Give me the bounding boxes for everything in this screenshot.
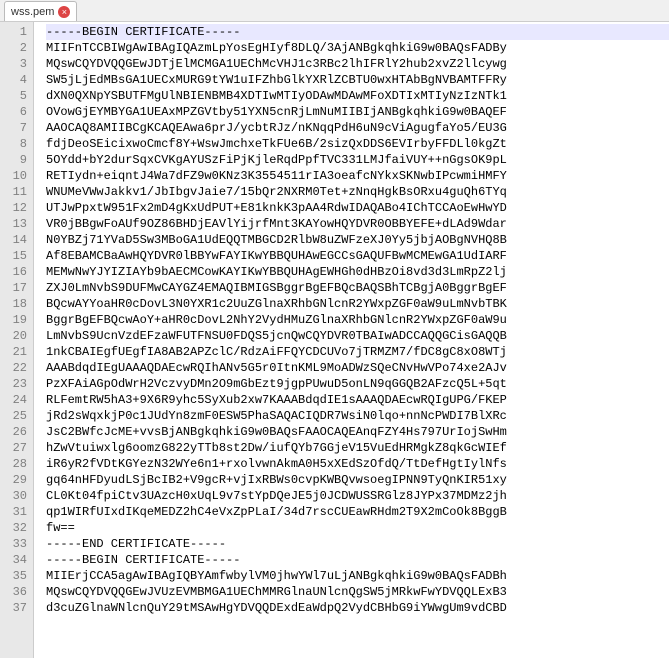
code-line[interactable]: fdjDeoSEicixwoCmcf8Y+WswJmchxeTkFUe6B/2s… bbox=[46, 136, 669, 152]
code-line[interactable]: MQswCQYDVQQGEwJDTjElMCMGA1UEChMcVHJ1c3RB… bbox=[46, 56, 669, 72]
tab-filename: wss.pem bbox=[11, 6, 54, 18]
line-number: 37 bbox=[8, 600, 27, 616]
line-number: 31 bbox=[8, 504, 27, 520]
line-number: 6 bbox=[8, 104, 27, 120]
line-number: 21 bbox=[8, 344, 27, 360]
code-line[interactable]: jRd2sWqxkjP0c1JUdYn8zmF0ESW5PhaSAQACIQDR… bbox=[46, 408, 669, 424]
code-line[interactable]: MIIErjCCA5agAwIBAgIQBYAmfwbylVM0jhwYWl7u… bbox=[46, 568, 669, 584]
line-number: 28 bbox=[8, 456, 27, 472]
tab-bar: wss.pem × bbox=[0, 0, 669, 22]
code-line[interactable]: PzXFAiAGpOdWrH2VczvyDMn2O9mGbEzt9jgpPUwu… bbox=[46, 376, 669, 392]
code-line[interactable]: d3cuZGlnaWNlcnQuY29tMSAwHgYDVQQDExdEaWdp… bbox=[46, 600, 669, 616]
code-line[interactable]: Af8EBAMCBaAwHQYDVR0lBBYwFAYIKwYBBQUHAwEG… bbox=[46, 248, 669, 264]
file-tab[interactable]: wss.pem × bbox=[4, 1, 77, 21]
code-line[interactable]: ZXJ0LmNvbS9DUFMwCAYGZ4EMAQIBMIGSBggrBgEF… bbox=[46, 280, 669, 296]
code-line[interactable]: dXN0QXNpYSBUTFMgUlNBIENBMB4XDTIwMTIyODAw… bbox=[46, 88, 669, 104]
code-line[interactable]: WNUMeVWwJakkv1/JbIbgvJaie7/15bQr2NXRM0Te… bbox=[46, 184, 669, 200]
code-line[interactable]: -----BEGIN CERTIFICATE----- bbox=[46, 552, 669, 568]
line-number: 20 bbox=[8, 328, 27, 344]
line-number: 9 bbox=[8, 152, 27, 168]
code-line[interactable]: iR6yR2fVDtKGYezN32WYe6n1+rxolvwnAkmA0H5x… bbox=[46, 456, 669, 472]
code-line[interactable]: gq64nHFDyudLSjBcIB2+V9gcR+vjIxRBWs0cvpKW… bbox=[46, 472, 669, 488]
code-line[interactable]: CL0Kt04fpiCtv3UAzcH0xUqL9v7stYpDQeJE5j0J… bbox=[46, 488, 669, 504]
code-line[interactable]: N0YBZj71YVaD5Sw3MBoGA1UdEQQTMBGCD2RlbW8u… bbox=[46, 232, 669, 248]
line-number: 2 bbox=[8, 40, 27, 56]
line-number: 32 bbox=[8, 520, 27, 536]
line-number: 7 bbox=[8, 120, 27, 136]
code-line[interactable]: AAABdqdIEgUAAAQDAEcwRQIhANv5G5r0ItnKML9M… bbox=[46, 360, 669, 376]
line-number: 13 bbox=[8, 216, 27, 232]
line-number: 15 bbox=[8, 248, 27, 264]
code-line[interactable]: VR0jBBgwFoAUf9OZ86BHDjEAVlYijrfMnt3KAYow… bbox=[46, 216, 669, 232]
code-line[interactable]: JsC2BWfcJcME+vvsBjANBgkqhkiG9w0BAQsFAAOC… bbox=[46, 424, 669, 440]
line-number: 8 bbox=[8, 136, 27, 152]
code-line[interactable]: RLFemtRW5hA3+9X6R9yhc5SyXub2xw7KAAABdqdI… bbox=[46, 392, 669, 408]
line-number: 12 bbox=[8, 200, 27, 216]
line-number: 1 bbox=[8, 24, 27, 40]
line-number: 10 bbox=[8, 168, 27, 184]
line-number: 26 bbox=[8, 424, 27, 440]
code-line[interactable]: UTJwPpxtW951Fx2mD4gKxUdPUT+E81knkK3pAA4R… bbox=[46, 200, 669, 216]
line-number: 5 bbox=[8, 88, 27, 104]
line-number: 3 bbox=[8, 56, 27, 72]
editor[interactable]: 1234567891011121314151617181920212223242… bbox=[0, 22, 669, 658]
code-line[interactable]: -----BEGIN CERTIFICATE----- bbox=[46, 24, 669, 40]
line-number: 16 bbox=[8, 264, 27, 280]
code-line[interactable]: fw== bbox=[46, 520, 669, 536]
line-number: 29 bbox=[8, 472, 27, 488]
line-number: 36 bbox=[8, 584, 27, 600]
code-line[interactable]: RETIydn+eiqntJ4Wa7dFZ9w0KNz3K3554511rIA3… bbox=[46, 168, 669, 184]
code-line[interactable]: MEMwNwYJYIZIAYb9bAECMCowKAYIKwYBBQUHAgEW… bbox=[46, 264, 669, 280]
line-number: 27 bbox=[8, 440, 27, 456]
line-number: 24 bbox=[8, 392, 27, 408]
code-line[interactable]: 5OYdd+bY2durSqxCVKgAYUSzFiPjKjleRqdPpfTV… bbox=[46, 152, 669, 168]
close-icon[interactable]: × bbox=[58, 6, 70, 18]
line-number: 22 bbox=[8, 360, 27, 376]
line-number: 23 bbox=[8, 376, 27, 392]
line-number: 19 bbox=[8, 312, 27, 328]
line-number: 33 bbox=[8, 536, 27, 552]
line-number: 17 bbox=[8, 280, 27, 296]
line-number: 11 bbox=[8, 184, 27, 200]
line-number: 18 bbox=[8, 296, 27, 312]
code-line[interactable]: -----END CERTIFICATE----- bbox=[46, 536, 669, 552]
line-number-gutter: 1234567891011121314151617181920212223242… bbox=[0, 22, 34, 658]
line-number: 4 bbox=[8, 72, 27, 88]
code-line[interactable]: MIIFnTCCBIWgAwIBAgIQAzmLpYosEgHIyf8DLQ/3… bbox=[46, 40, 669, 56]
code-line[interactable]: hZwVtuiwxlg6oomzG822yTTb8st2Dw/iufQYb7GG… bbox=[46, 440, 669, 456]
line-number: 30 bbox=[8, 488, 27, 504]
code-line[interactable]: qp1WIRfUIxdIKqeMEDZ2hC4eVxZpPLaI/34d7rsc… bbox=[46, 504, 669, 520]
code-line[interactable]: LmNvbS9UcnVzdEFzaWFUTFNSU0FDQS5jcnQwCQYD… bbox=[46, 328, 669, 344]
code-line[interactable]: 1nkCBAIEgfUEgfIA8AB2APZclC/RdzAiFFQYCDCU… bbox=[46, 344, 669, 360]
code-line[interactable]: AAOCAQ8AMIIBCgKCAQEAwa6prJ/ycbtRJz/nKNqq… bbox=[46, 120, 669, 136]
code-line[interactable]: BQcwAYYoaHR0cDovL3N0YXR1c2UuZGlnaXRhbGNl… bbox=[46, 296, 669, 312]
code-line[interactable]: OVowGjEYMBYGA1UEAxMPZGVtby51YXN5cnRjLmNu… bbox=[46, 104, 669, 120]
code-line[interactable]: MQswCQYDVQQGEwJVUzEVMBMGA1UEChMMRGlnaUNl… bbox=[46, 584, 669, 600]
code-content[interactable]: -----BEGIN CERTIFICATE-----MIIFnTCCBIWgA… bbox=[34, 22, 669, 658]
code-line[interactable]: SW5jLjEdMBsGA1UECxMURG9tYW1uIFZhbGlkYXRl… bbox=[46, 72, 669, 88]
line-number: 14 bbox=[8, 232, 27, 248]
code-line[interactable]: BggrBgEFBQcwAoY+aHR0cDovL2NhY2VydHMuZGln… bbox=[46, 312, 669, 328]
line-number: 35 bbox=[8, 568, 27, 584]
line-number: 34 bbox=[8, 552, 27, 568]
line-number: 25 bbox=[8, 408, 27, 424]
